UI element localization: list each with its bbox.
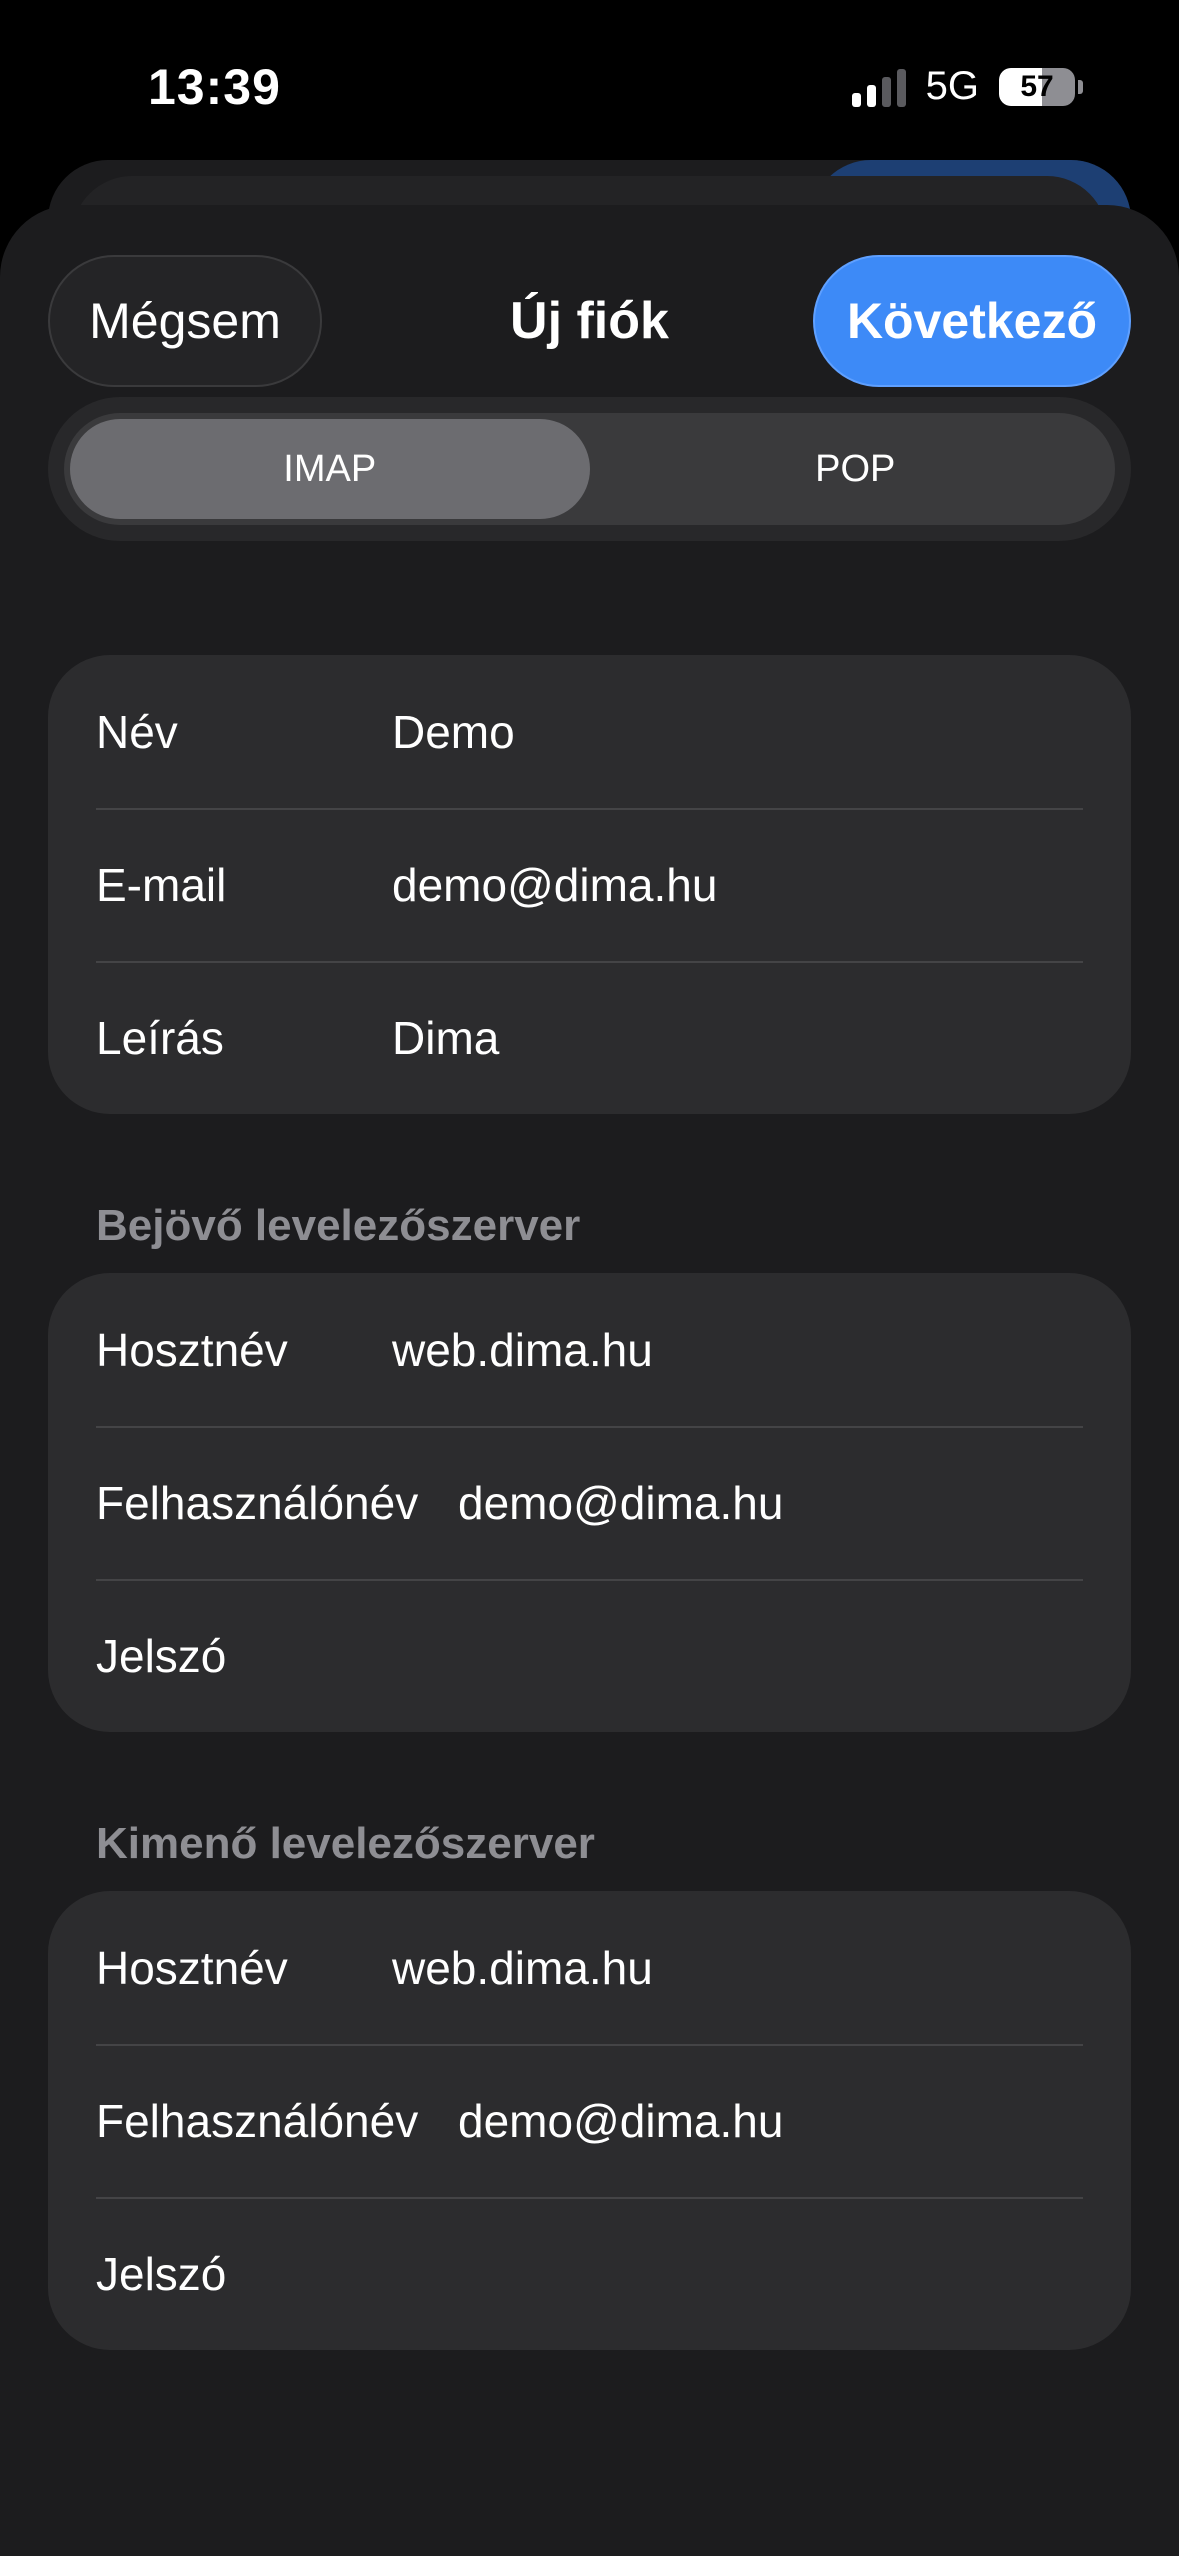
description-label: Leírás [96,1011,224,1064]
battery-percentage: 57 [1020,69,1054,103]
screen: 13:39 5G 57 Új fiók Mégsem Következő IMA… [0,0,1179,2556]
outgoing-username-field[interactable]: demo@dima.hu [458,2094,783,2148]
next-button[interactable]: Következő [813,255,1131,387]
cellular-signal-icon [851,67,906,107]
incoming-server-group: Hosztnév web.dima.hu Felhasználónév demo… [48,1273,1131,1732]
network-type: 5G [925,64,979,108]
outgoing-hostname-label: Hosztnév [96,1941,288,1994]
email-label: E-mail [96,858,227,911]
description-field[interactable]: Dima [392,1011,499,1065]
name-field[interactable]: Demo [392,705,515,759]
cancel-button[interactable]: Mégsem [48,255,322,387]
outgoing-hostname-row[interactable]: Hosztnév web.dima.hu [48,1891,1131,2044]
segment-imap[interactable]: IMAP [70,419,590,519]
incoming-username-label: Felhasználónév [96,1476,419,1529]
status-time: 13:39 [148,59,281,115]
outgoing-server-group: Hosztnév web.dima.hu Felhasználónév demo… [48,1891,1131,2350]
outgoing-password-row[interactable]: Jelszó [48,2197,1131,2350]
outgoing-hostname-field[interactable]: web.dima.hu [392,1941,653,1995]
new-account-sheet: Új fiók Mégsem Következő IMAP POP Név De… [0,205,1179,2556]
segment-pop[interactable]: POP [596,413,1116,525]
name-row[interactable]: Név Demo [48,655,1131,808]
protocol-segmented-control: IMAP POP [48,397,1131,541]
email-row[interactable]: E-mail demo@dima.hu [48,808,1131,961]
account-info-group: Név Demo E-mail demo@dima.hu Leírás Dima [48,655,1131,1114]
incoming-password-row[interactable]: Jelszó [48,1579,1131,1732]
incoming-hostname-label: Hosztnév [96,1323,288,1376]
description-row[interactable]: Leírás Dima [48,961,1131,1114]
sheet-nav-bar: Új fiók Mégsem Következő [0,255,1179,387]
incoming-username-field[interactable]: demo@dima.hu [458,1476,783,1530]
incoming-hostname-field[interactable]: web.dima.hu [392,1323,653,1377]
battery-icon: 57 [999,67,1083,106]
incoming-hostname-row[interactable]: Hosztnév web.dima.hu [48,1273,1131,1426]
status-icons: 5G 57 [851,64,1083,109]
outgoing-server-header: Kimenő levelezőszerver [96,1819,595,1868]
outgoing-username-label: Felhasználónév [96,2094,419,2147]
incoming-password-label: Jelszó [96,1629,227,1682]
email-field[interactable]: demo@dima.hu [392,858,717,912]
name-label: Név [96,705,178,758]
incoming-server-header: Bejövő levelezőszerver [96,1201,581,1250]
outgoing-password-label: Jelszó [96,2247,227,2300]
outgoing-username-row[interactable]: Felhasználónév demo@dima.hu [48,2044,1131,2197]
incoming-username-row[interactable]: Felhasználónév demo@dima.hu [48,1426,1131,1579]
